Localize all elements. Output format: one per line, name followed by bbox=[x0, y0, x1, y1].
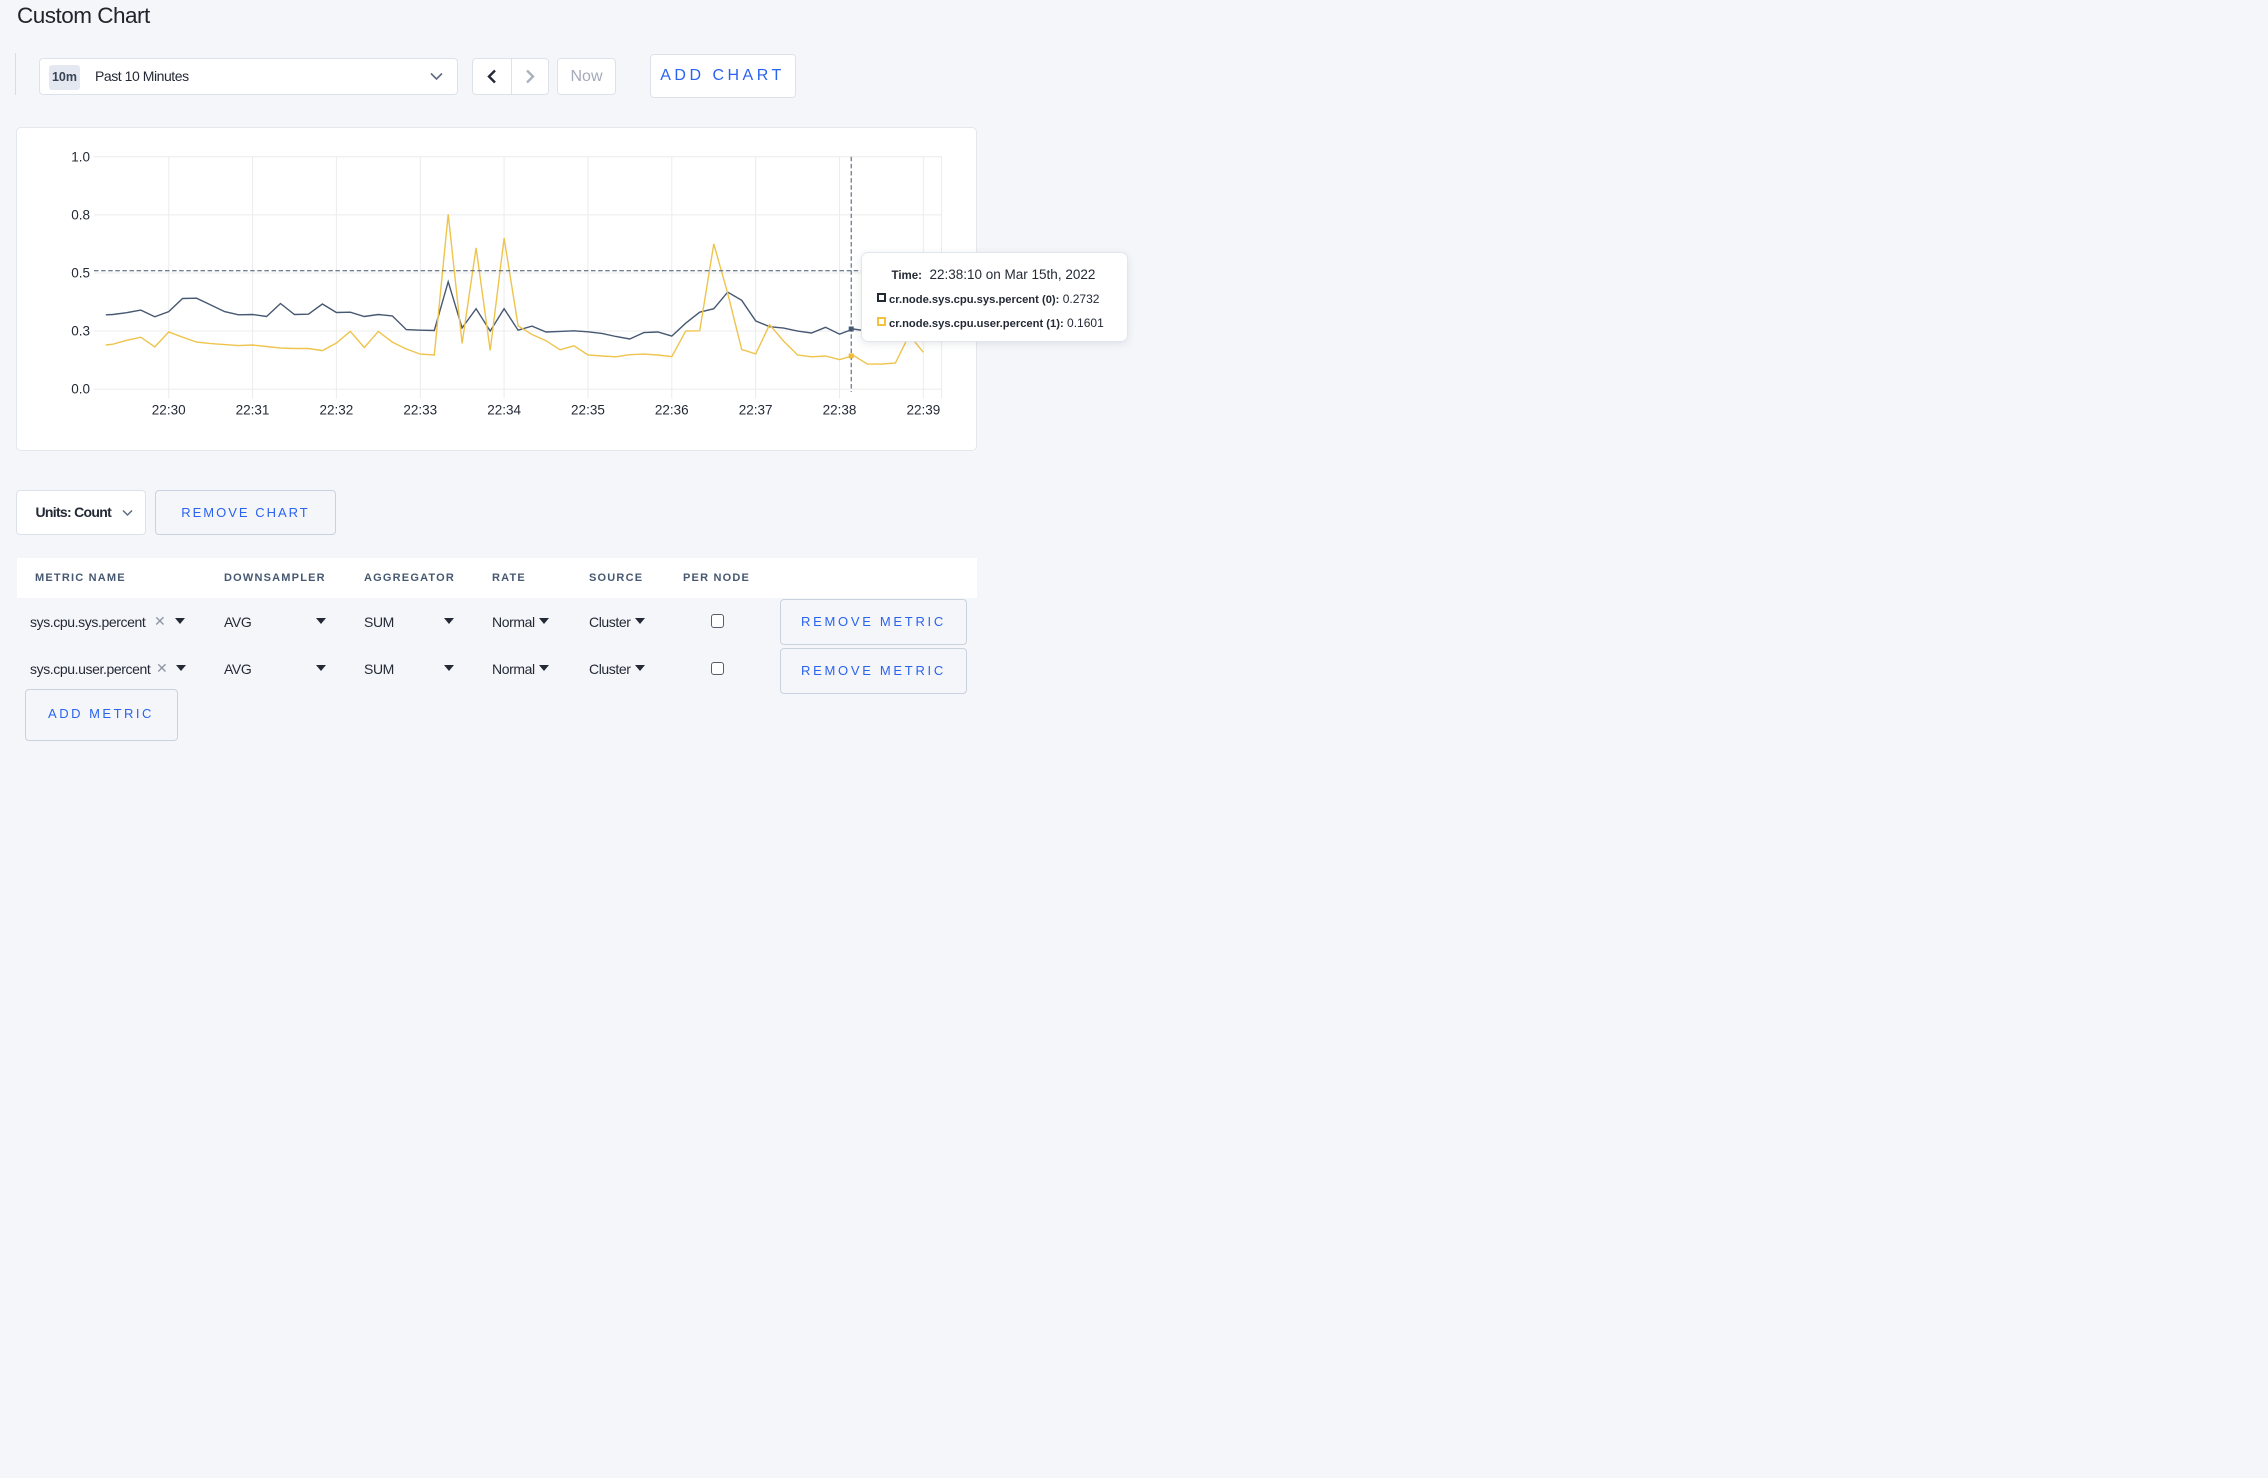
svg-text:22:30: 22:30 bbox=[152, 403, 186, 418]
svg-text:1.0: 1.0 bbox=[71, 149, 90, 164]
svg-text:22:32: 22:32 bbox=[320, 403, 354, 418]
svg-text:22:34: 22:34 bbox=[487, 403, 521, 418]
svg-text:22:39: 22:39 bbox=[906, 403, 940, 418]
svg-text:22:37: 22:37 bbox=[739, 403, 773, 418]
svg-text:22:36: 22:36 bbox=[655, 403, 689, 418]
svg-text:0.8: 0.8 bbox=[71, 207, 90, 222]
svg-text:22:33: 22:33 bbox=[403, 403, 437, 418]
svg-text:0.3: 0.3 bbox=[71, 324, 90, 339]
svg-text:22:31: 22:31 bbox=[236, 403, 270, 418]
svg-text:22:38: 22:38 bbox=[823, 403, 857, 418]
svg-text:0.0: 0.0 bbox=[71, 382, 90, 397]
svg-text:0.5: 0.5 bbox=[71, 265, 90, 280]
svg-text:22:35: 22:35 bbox=[571, 403, 605, 418]
